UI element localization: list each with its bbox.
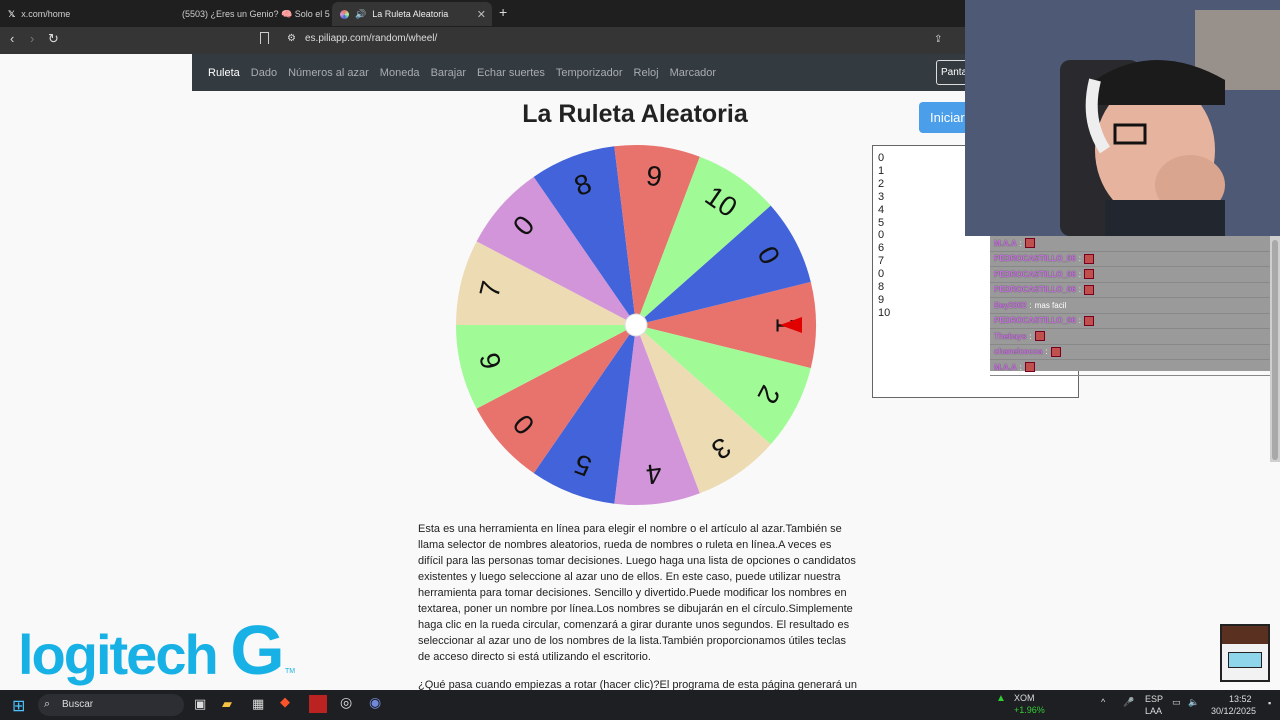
notification-icon[interactable]: ▪ — [1268, 698, 1271, 708]
windows-taskbar — [0, 690, 1280, 720]
chat-separator: : — [1019, 238, 1022, 248]
chat-username: Thebays — [994, 331, 1027, 341]
chat-message: M.A.A: — [990, 236, 1280, 252]
chat-separator: : — [1019, 362, 1022, 372]
search-icon: ⌕ — [44, 698, 51, 710]
logitech-logo: logitech G — [18, 611, 285, 689]
chat-username: PEDROCASTILLO_06 — [994, 269, 1076, 279]
site-info-icon[interactable]: ⚙ — [287, 33, 296, 44]
chat-username: Bey2002 — [994, 300, 1027, 310]
windows-start-icon[interactable]: ⊞ — [12, 696, 25, 716]
pixel-avatar-sticker — [1220, 624, 1270, 682]
lang-2[interactable]: LAA — [1145, 706, 1162, 716]
volume-icon[interactable]: 🔈 — [1188, 697, 1199, 708]
nav-dado[interactable]: Dado — [251, 67, 277, 79]
chat-username: M.A.A — [994, 238, 1017, 248]
nav-temporizador[interactable]: Temporizador — [556, 67, 623, 79]
clock-date[interactable]: 30/12/2025 — [1211, 706, 1256, 716]
app-icon[interactable] — [309, 695, 327, 713]
lang-1[interactable]: ESP — [1145, 694, 1163, 704]
chat-emote-icon — [1034, 331, 1045, 342]
network-icon[interactable]: ▭ — [1172, 697, 1181, 708]
nav-echar-suertes[interactable]: Echar suertes — [477, 67, 545, 79]
chat-emote-icon — [1024, 362, 1035, 373]
back-icon[interactable]: ‹ — [10, 31, 14, 46]
chat-emote-icon — [1050, 346, 1061, 357]
stream-chat-overlay: M.A.A: PEDROCASTILLO_06: PEDROCASTILLO_06:… — [990, 236, 1280, 376]
discord-icon[interactable]: ◉ — [369, 694, 381, 711]
chat-username: M.A.A — [994, 362, 1017, 372]
close-tab-icon[interactable]: ✕ — [477, 8, 486, 21]
tab-label: (5503) ¿Eres un Genio? 🧠 Solo el 5% — [182, 8, 330, 19]
forward-icon[interactable]: › — [30, 31, 34, 46]
chat-username: PEDROCASTILLO_06 — [994, 285, 1076, 295]
store-icon[interactable]: ▦ — [252, 696, 264, 712]
task-view-icon[interactable]: ▣ — [194, 696, 206, 712]
chat-username: PEDROCASTILLO_06 — [994, 316, 1076, 326]
chat-separator: : — [1029, 300, 1032, 310]
sound-icon: 🔊 — [355, 8, 367, 19]
stock-name[interactable]: XOM — [1014, 693, 1035, 703]
chat-message: PEDROCASTILLO_06: — [990, 283, 1280, 298]
chat-emote-icon — [1024, 238, 1035, 249]
chat-message: PEDROCASTILLO_06: — [990, 314, 1280, 329]
tray-chevron-icon[interactable]: ^ — [1101, 697, 1105, 707]
chat-emote-icon — [1084, 315, 1095, 326]
description-paragraph: Esta es una herramienta en línea para el… — [418, 523, 856, 663]
chat-separator: : — [1078, 316, 1082, 326]
chat-emote-icon — [1084, 269, 1095, 280]
tab-label: x.com/home — [21, 9, 71, 19]
spin-wheel[interactable]: 12345067089100 — [454, 143, 822, 509]
chat-separator: : — [1078, 285, 1082, 295]
chat-message: Thebays: — [990, 329, 1280, 345]
wheel-favicon-icon — [340, 9, 349, 19]
url-field[interactable]: es.piliapp.com/random/wheel/ — [305, 33, 437, 44]
wheel-center-hub[interactable] — [624, 313, 648, 337]
x-logo-icon: 𝕏 — [8, 8, 16, 19]
tab-ruleta[interactable]: 🔊 La Ruleta Aleatoria ✕ — [332, 2, 492, 26]
nav-marcador[interactable]: Marcador — [670, 67, 716, 79]
chat-message: PEDROCASTILLO_06: — [990, 252, 1280, 267]
nav-reloj[interactable]: Reloj — [634, 67, 659, 79]
scrollbar-thumb[interactable] — [1272, 240, 1278, 460]
nav-moneda[interactable]: Moneda — [380, 67, 420, 79]
stock-icon: ▲ — [996, 693, 1006, 704]
tab-x[interactable]: 𝕏 x.com/home — [0, 2, 168, 26]
reload-icon[interactable]: ↻ — [48, 31, 59, 47]
nav-barajar[interactable]: Barajar — [431, 67, 466, 79]
obs-icon[interactable]: ◎ — [340, 694, 352, 711]
chat-separator: : — [1029, 331, 1032, 341]
mic-icon[interactable]: 🎤 — [1123, 697, 1134, 708]
chat-message: chanelcocoa: — [990, 345, 1280, 360]
tab-youtube[interactable]: (5503) ¿Eres un Genio? 🧠 Solo el 5% — [168, 2, 330, 26]
site-nav: Ruleta Dado Números al azar Moneda Baraj… — [192, 54, 982, 91]
file-explorer-icon[interactable]: ▰ — [222, 696, 232, 712]
nav-numeros[interactable]: Números al azar — [288, 67, 369, 79]
webcam-overlay — [965, 0, 1280, 236]
stock-change: +1.96% — [1014, 705, 1045, 715]
chat-separator: : — [1045, 347, 1048, 357]
brave-browser-icon[interactable]: ◆ — [280, 694, 290, 710]
chat-message: PEDROCASTILLO_06: — [990, 267, 1280, 283]
clock-time[interactable]: 13:52 — [1229, 694, 1252, 704]
chat-text: mas facil — [1034, 300, 1067, 310]
chat-emote-icon — [1084, 284, 1095, 295]
nav-ruleta[interactable]: Ruleta — [208, 67, 240, 79]
chat-message: M.A.A: — [990, 360, 1280, 376]
new-tab-button[interactable]: + — [499, 4, 507, 20]
bookmark-icon[interactable] — [260, 32, 269, 44]
trademark-label: TM — [285, 668, 296, 675]
tab-label: La Ruleta Aleatoria — [372, 9, 449, 19]
streamer-webcam-image — [965, 0, 1280, 236]
chat-separator: : — [1078, 269, 1082, 279]
taskbar-search[interactable]: Buscar — [38, 694, 184, 716]
chat-message: Bey2002: mas facil — [990, 298, 1280, 314]
page-title: La Ruleta Aleatoria — [522, 100, 748, 128]
chat-username: PEDROCASTILLO_06 — [994, 254, 1076, 264]
chat-separator: : — [1078, 254, 1082, 264]
chat-username: chanelcocoa — [994, 347, 1043, 357]
taskbar-search-label: Buscar — [62, 699, 94, 710]
share-icon[interactable]: ⇪ — [934, 34, 942, 45]
chat-emote-icon — [1084, 253, 1095, 264]
